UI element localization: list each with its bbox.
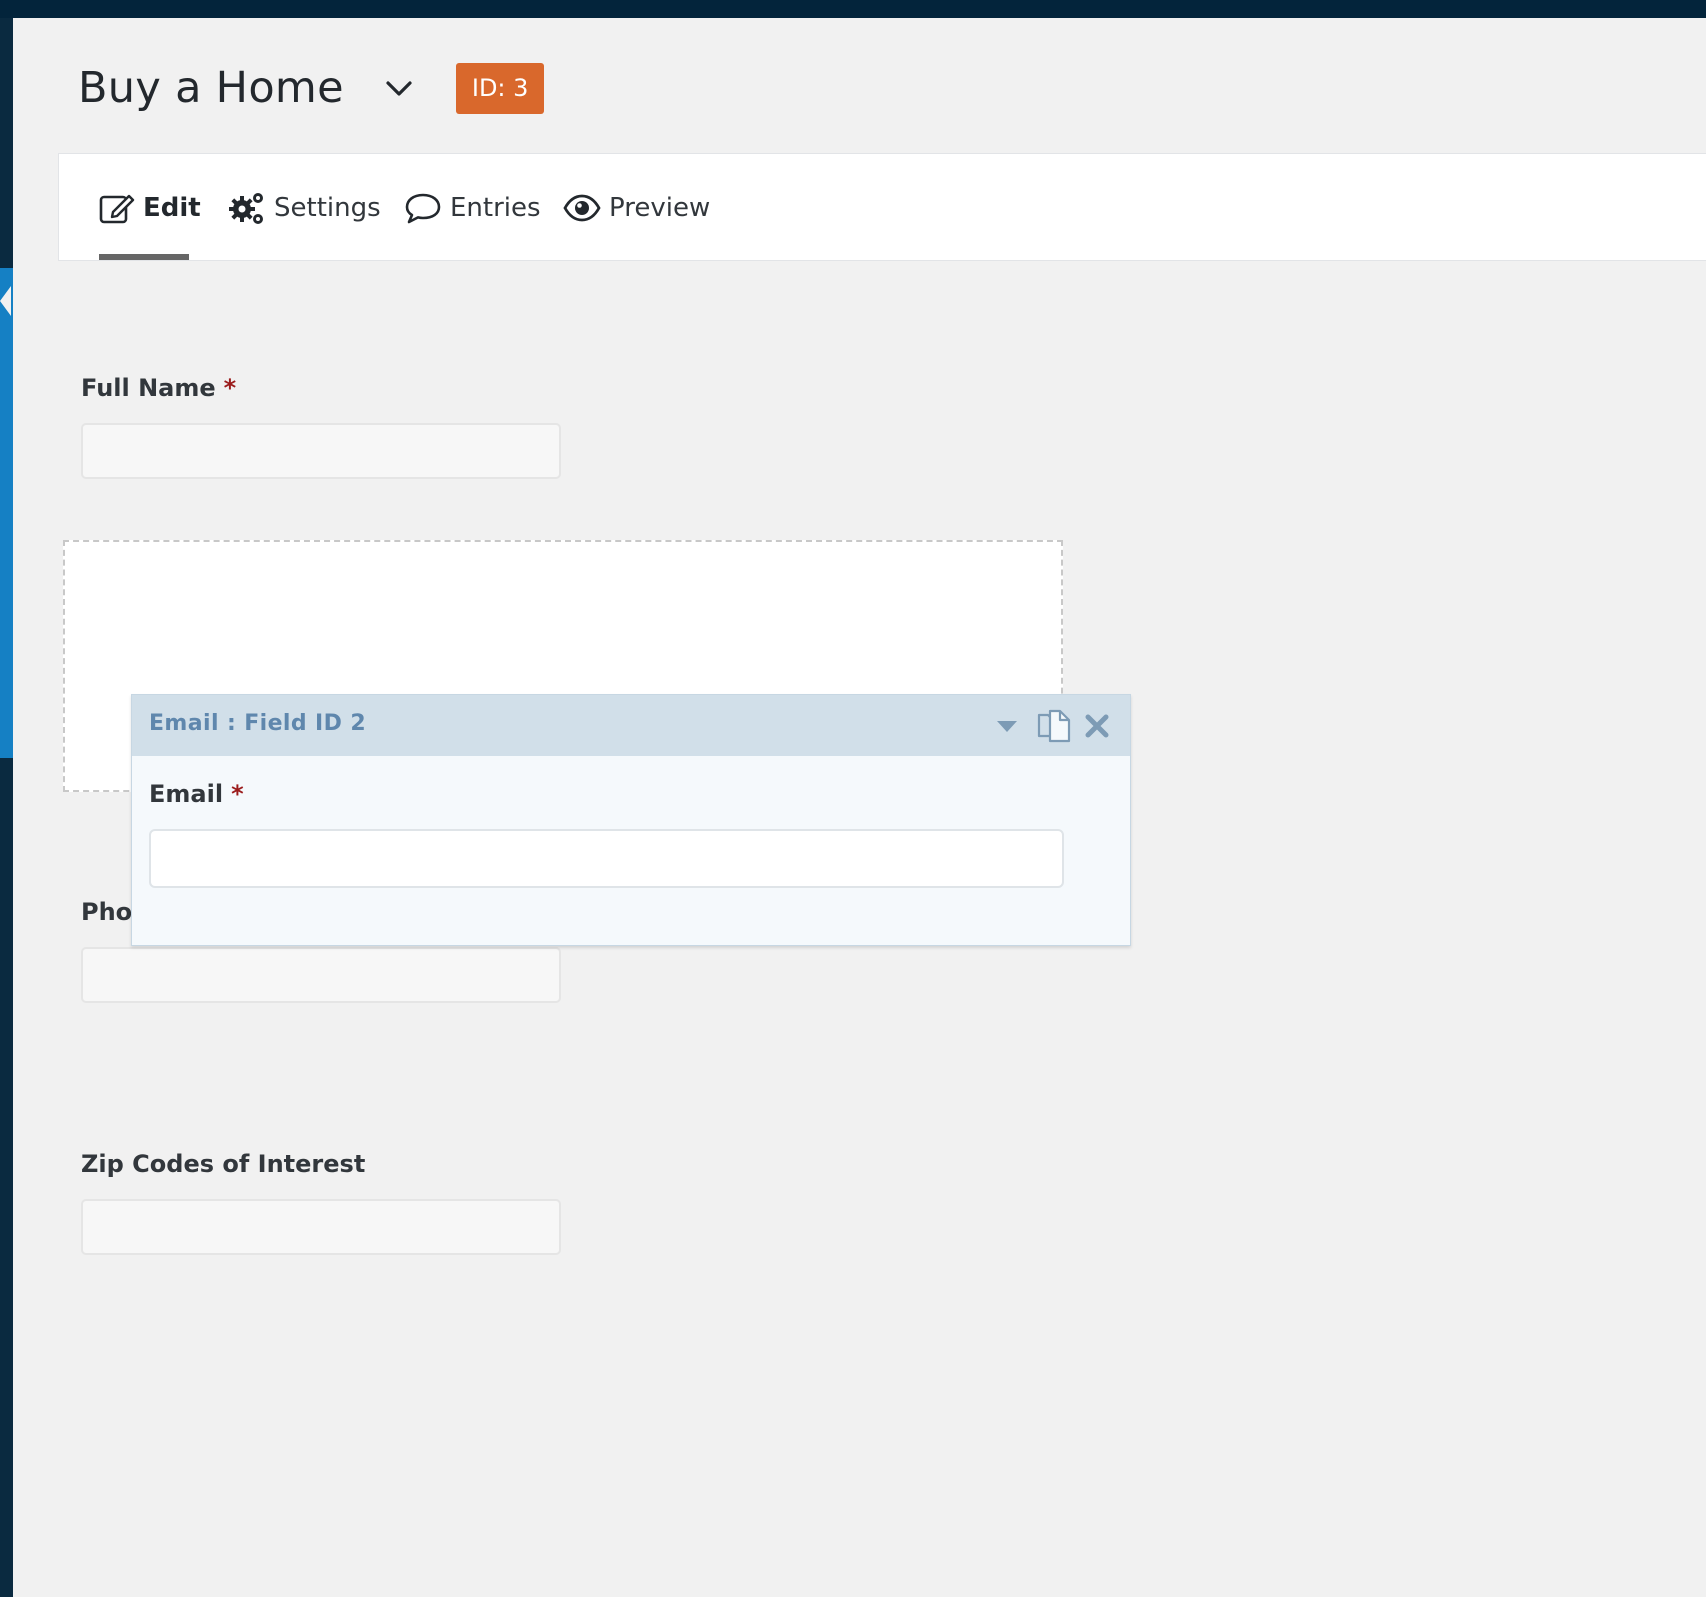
edit-icon bbox=[99, 194, 135, 224]
tab-settings[interactable]: Settings bbox=[228, 184, 381, 232]
form-id-badge: ID: 3 bbox=[455, 62, 545, 114]
sidebar-active-item[interactable] bbox=[0, 268, 13, 758]
admin-sidebar bbox=[0, 18, 13, 1597]
delete-field-button[interactable] bbox=[1080, 708, 1114, 744]
required-marker: * bbox=[231, 780, 244, 808]
duplicate-field-button[interactable] bbox=[1034, 707, 1074, 745]
tab-settings-label: Settings bbox=[274, 193, 381, 223]
phone-label: Pho bbox=[81, 898, 133, 926]
field-card-header[interactable]: Email : Field ID 2 bbox=[132, 695, 1130, 756]
full-name-label-text: Full Name bbox=[81, 374, 216, 402]
phone-input[interactable] bbox=[81, 947, 561, 1003]
tab-edit-label: Edit bbox=[143, 193, 201, 223]
speech-bubble-icon bbox=[405, 193, 441, 224]
required-marker: * bbox=[223, 374, 237, 402]
form-title-row: Buy a Home ID: 3 bbox=[78, 58, 545, 118]
caret-down-icon bbox=[997, 721, 1017, 732]
tab-edit[interactable]: Edit bbox=[99, 184, 201, 260]
sidebar-active-notch bbox=[0, 286, 11, 316]
email-input[interactable] bbox=[149, 829, 1064, 888]
duplicate-icon bbox=[1037, 709, 1071, 743]
email-label-text: Email bbox=[149, 780, 224, 808]
close-icon bbox=[1085, 714, 1109, 738]
page-title: Buy a Home bbox=[78, 63, 344, 113]
email-label: Email * bbox=[149, 780, 244, 808]
zip-codes-input[interactable] bbox=[81, 1199, 561, 1255]
form-switcher-button[interactable] bbox=[382, 71, 416, 105]
zip-codes-label: Zip Codes of Interest bbox=[81, 1150, 366, 1178]
chevron-down-icon bbox=[386, 81, 412, 96]
dragged-email-field[interactable]: Email : Field ID 2 Email * bbox=[131, 694, 1131, 946]
expand-field-button[interactable] bbox=[992, 708, 1022, 744]
admin-top-bar bbox=[0, 0, 1706, 18]
field-card-actions bbox=[992, 707, 1114, 745]
gears-icon bbox=[229, 193, 263, 224]
tab-preview[interactable]: Preview bbox=[563, 184, 710, 232]
full-name-label: Full Name * bbox=[81, 374, 236, 402]
tab-entries-label: Entries bbox=[450, 193, 541, 223]
eye-icon bbox=[563, 194, 601, 222]
form-tabs-bar: Edit Settings Entries Preview bbox=[58, 153, 1706, 261]
active-tab-indicator bbox=[99, 254, 189, 260]
field-card-title: Email : Field ID 2 bbox=[149, 711, 367, 736]
full-name-input[interactable] bbox=[81, 423, 561, 479]
tab-preview-label: Preview bbox=[609, 193, 711, 223]
tab-entries[interactable]: Entries bbox=[404, 184, 541, 232]
